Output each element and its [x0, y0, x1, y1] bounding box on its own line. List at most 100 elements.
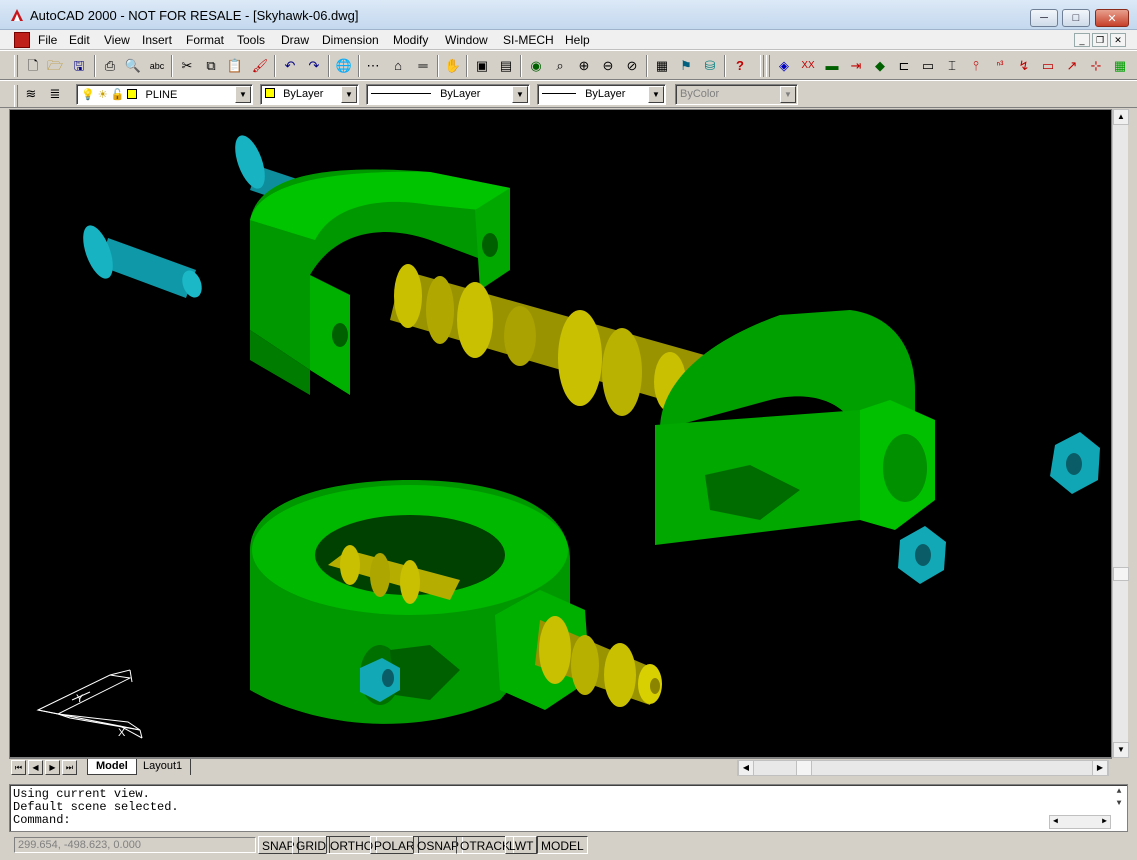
- ucs-icon[interactable]: ⌂: [389, 57, 407, 75]
- toolbar-grip[interactable]: [760, 55, 764, 77]
- minimize-button[interactable]: ─: [1030, 9, 1058, 27]
- model-toggle[interactable]: MODEL: [537, 836, 588, 854]
- command-prompt[interactable]: Command:: [13, 814, 1127, 827]
- scroll-down-icon[interactable]: ▼: [1113, 742, 1129, 758]
- prev-tab-icon[interactable]: ◀: [28, 760, 43, 775]
- menu-draw[interactable]: Draw: [281, 33, 309, 47]
- lwt-toggle[interactable]: LWT: [505, 836, 538, 854]
- help-icon[interactable]: ?: [731, 57, 749, 75]
- sm-weld-icon[interactable]: ↯: [1015, 57, 1033, 75]
- command-scroll-icon[interactable]: ▲ ▼: [1112, 786, 1126, 812]
- match-properties-icon[interactable]: 🖌: [251, 57, 269, 75]
- toolbar-grip[interactable]: [766, 55, 770, 77]
- copy-icon[interactable]: ⧉: [202, 57, 220, 75]
- polar-toggle[interactable]: POLAR: [370, 836, 419, 854]
- green-clamp-right[interactable]: [655, 310, 935, 545]
- sm-leader-icon[interactable]: ⊹: [1087, 57, 1105, 75]
- make-current-layer-icon[interactable]: ≣: [46, 85, 64, 103]
- menu-help[interactable]: Help: [565, 33, 590, 47]
- design-center-icon[interactable]: ⚑: [677, 57, 695, 75]
- lineweight-dropdown[interactable]: ByLayer ▼: [537, 84, 666, 105]
- maximize-button[interactable]: □: [1062, 9, 1090, 27]
- color-dropdown[interactable]: ByLayer ▼: [260, 84, 359, 105]
- scroll-thumb[interactable]: [1113, 567, 1129, 581]
- dbconnect-icon[interactable]: ⛁: [701, 57, 719, 75]
- cut-icon[interactable]: ✂: [178, 57, 196, 75]
- scroll-right-icon[interactable]: ▶: [1092, 760, 1108, 776]
- scroll-up-icon[interactable]: ▲: [1113, 109, 1129, 125]
- tab-model[interactable]: Model: [87, 759, 137, 775]
- menu-edit[interactable]: Edit: [69, 33, 90, 47]
- sm-xx-icon[interactable]: XX: [799, 57, 817, 75]
- cyan-nut-right[interactable]: [1050, 432, 1100, 494]
- green-clamp-bottom[interactable]: [250, 480, 590, 724]
- sm-shaft-icon[interactable]: ▭: [919, 57, 937, 75]
- zoom-all-icon[interactable]: ⊖: [599, 57, 617, 75]
- menu-file[interactable]: File: [38, 33, 57, 47]
- menu-dimension[interactable]: Dimension: [322, 33, 379, 47]
- linetype-dropdown[interactable]: ByLayer ▼: [366, 84, 530, 105]
- sm-screen-icon[interactable]: ▬: [823, 57, 841, 75]
- next-tab-icon[interactable]: ▶: [45, 760, 60, 775]
- chevron-down-icon[interactable]: ▼: [235, 86, 251, 103]
- hyperlink-icon[interactable]: 🌐: [335, 57, 353, 75]
- command-window[interactable]: Using current view. Default scene select…: [9, 784, 1128, 832]
- hscroll-thumb[interactable]: [796, 760, 812, 776]
- grid-toggle[interactable]: GRID: [292, 836, 330, 854]
- undo-icon[interactable]: ↶: [281, 57, 299, 75]
- chevron-down-icon[interactable]: ▼: [512, 86, 528, 103]
- cyan-screw-left[interactable]: [77, 222, 205, 301]
- scroll-left-icon[interactable]: ◀: [738, 760, 754, 776]
- save-icon[interactable]: 🖫: [70, 57, 88, 75]
- zoom-window-icon[interactable]: ⌕: [551, 57, 569, 75]
- green-clamp-top-left[interactable]: [250, 169, 510, 395]
- vertical-scrollbar[interactable]: ▲ ▼: [1112, 109, 1129, 758]
- sm-spring-icon[interactable]: ⫯: [967, 57, 985, 75]
- command-hscroll[interactable]: ◀ ▶: [1049, 815, 1111, 829]
- distance-icon[interactable]: ═: [414, 57, 432, 75]
- sm-flip-icon[interactable]: ⇥: [847, 57, 865, 75]
- chevron-down-icon[interactable]: ▼: [341, 86, 357, 103]
- toolbar-grip[interactable]: [14, 55, 18, 77]
- menu-tools[interactable]: Tools: [237, 33, 265, 47]
- sm-balloon-icon[interactable]: ⁿ³: [991, 57, 1009, 75]
- menu-modify[interactable]: Modify: [393, 33, 428, 47]
- print-icon[interactable]: ⎙: [101, 57, 119, 75]
- menu-window[interactable]: Window: [445, 33, 488, 47]
- sm-beam-icon[interactable]: ⌶: [943, 57, 961, 75]
- doc-minimize-button[interactable]: _: [1074, 33, 1090, 47]
- tracking-icon[interactable]: ⋯: [364, 57, 382, 75]
- model-scene[interactable]: Y X: [10, 110, 1112, 758]
- new-icon[interactable]: 🗋: [24, 57, 42, 75]
- last-tab-icon[interactable]: ⏭: [62, 760, 77, 775]
- horizontal-scrollbar[interactable]: ◀ ▶: [737, 760, 1109, 776]
- sm-table-icon[interactable]: ▦: [1111, 57, 1129, 75]
- zoom-extents-icon[interactable]: ⊘: [623, 57, 641, 75]
- zoom-previous-icon[interactable]: ⊕: [575, 57, 593, 75]
- document-icon[interactable]: [14, 32, 30, 48]
- tab-layout1[interactable]: Layout1: [135, 759, 192, 775]
- 3d-orbit-icon[interactable]: ▤: [497, 57, 515, 75]
- paste-icon[interactable]: 📋: [226, 57, 244, 75]
- cyan-nut-middle[interactable]: [898, 526, 946, 584]
- properties-icon[interactable]: ▦: [653, 57, 671, 75]
- sm-bearing-icon[interactable]: ⊏: [895, 57, 913, 75]
- sm-fastener-icon[interactable]: ◆: [871, 57, 889, 75]
- doc-close-button[interactable]: ✕: [1110, 33, 1126, 47]
- zoom-realtime-icon[interactable]: ◉: [527, 57, 545, 75]
- spell-icon[interactable]: abc: [148, 57, 166, 75]
- chevron-down-icon[interactable]: ▼: [648, 86, 664, 103]
- menu-si-mech[interactable]: SI-MECH: [503, 33, 554, 47]
- pan-icon[interactable]: ✋: [444, 57, 462, 75]
- redo-icon[interactable]: ↷: [305, 57, 323, 75]
- close-button[interactable]: ✕: [1095, 9, 1129, 27]
- doc-restore-button[interactable]: ❐: [1092, 33, 1108, 47]
- menu-format[interactable]: Format: [186, 33, 224, 47]
- sm-dim-icon[interactable]: ▭: [1039, 57, 1057, 75]
- menu-view[interactable]: View: [104, 33, 130, 47]
- drawing-viewport[interactable]: Y X: [9, 109, 1112, 758]
- first-tab-icon[interactable]: ⏮: [11, 760, 26, 775]
- sm-edit-icon[interactable]: ↗: [1063, 57, 1081, 75]
- print-preview-icon[interactable]: 🔍: [124, 57, 142, 75]
- sm-block-icon[interactable]: ◈: [775, 57, 793, 75]
